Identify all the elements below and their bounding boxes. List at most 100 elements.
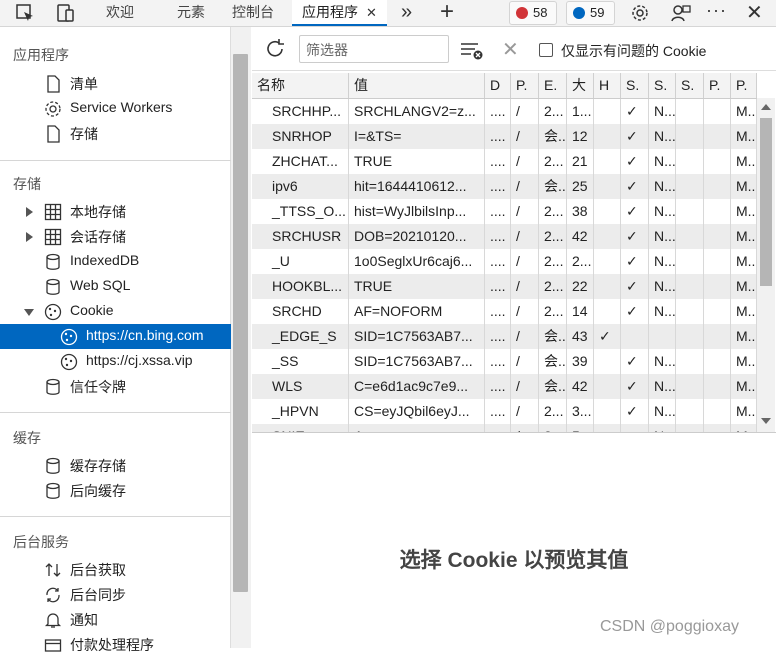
- table-cell: ✓: [621, 174, 649, 199]
- column-header[interactable]: D: [485, 73, 511, 98]
- table-cell: ....: [485, 324, 511, 349]
- sidebar-item-storage[interactable]: 存储: [0, 121, 231, 146]
- table-cell: DOB=20210120...: [349, 224, 485, 249]
- only-issues-label: 仅显示有问题的 Cookie: [561, 43, 707, 59]
- sidebar-item-web-sql[interactable]: Web SQL: [0, 274, 231, 299]
- column-header[interactable]: P.: [731, 73, 757, 98]
- inspect-element-icon[interactable]: [14, 2, 36, 24]
- table-cell: 1o0SeglxUr6caj6...: [349, 249, 485, 274]
- column-header[interactable]: 大: [567, 73, 594, 98]
- refresh-icon[interactable]: [264, 38, 286, 63]
- table-scrollbar[interactable]: [757, 98, 775, 432]
- table-scrollbar-thumb[interactable]: [760, 118, 772, 286]
- table-row[interactable]: ipv6hit=1644410612......./会...25 ✓N... M..…: [252, 174, 757, 199]
- table-cell: /: [511, 324, 539, 349]
- chevron-right-icon[interactable]: [26, 232, 33, 242]
- tab-elements[interactable]: 元素: [177, 0, 205, 26]
- sidebar-item-cookie[interactable]: Cookie: [0, 299, 231, 324]
- table-cell: _U: [252, 249, 349, 274]
- sidebar-scrollbar-thumb[interactable]: [233, 54, 248, 592]
- clear-all-cookies-icon[interactable]: [460, 40, 484, 63]
- table-row[interactable]: _SSSID=1C7563AB7......./会...39 ✓N... M...: [252, 349, 757, 374]
- table-cell: 38: [567, 199, 594, 224]
- add-tab-icon[interactable]: +: [440, 0, 462, 24]
- table-row[interactable]: HOOKBL...TRUE..../2...22 ✓N... M...: [252, 274, 757, 299]
- table-cell: N...: [649, 399, 676, 424]
- close-devtools-icon[interactable]: ✕: [746, 2, 768, 24]
- document-icon: [44, 75, 62, 93]
- tab-application[interactable]: 应用程序 ✕: [292, 0, 387, 26]
- table-cell: [704, 349, 731, 374]
- table-cell: M...: [731, 374, 757, 399]
- table-cell: N...: [649, 249, 676, 274]
- gear-icon[interactable]: [629, 2, 651, 24]
- table-row[interactable]: SRCHUSR DOB=20210120......./2... 42 ✓ N... M.…: [252, 224, 757, 249]
- table-cell: 42: [567, 224, 594, 249]
- column-header[interactable]: S.: [649, 73, 676, 98]
- table-header: 名称值 D P. E. 大 H S. S. S. P. P.: [252, 73, 757, 99]
- table-row[interactable]: SNRHOPI=&TS=..../会...12 ✓N... M...: [252, 124, 757, 149]
- column-header[interactable]: 名称: [252, 73, 349, 98]
- table-row[interactable]: SRCHHP... SRCHLANGV2=z......./2... 1... ✓ N.…: [252, 99, 757, 124]
- sidebar-item-cookie-cj-xssa[interactable]: https://cj.xssa.vip: [0, 349, 231, 374]
- table-cell: 会...: [539, 124, 567, 149]
- tab-console[interactable]: 控制台: [232, 0, 274, 26]
- table-row[interactable]: _U 1o0SeglxUr6caj6......./2... 2... ✓ N... M.…: [252, 249, 757, 274]
- cookie-icon: [44, 303, 62, 321]
- column-header[interactable]: 值: [349, 73, 485, 98]
- only-issues-checkbox[interactable]: [539, 43, 553, 57]
- scroll-down-icon[interactable]: [761, 418, 771, 424]
- table-row[interactable]: _HPVN CS=eyJQbil6eyJ......./2... 3... ✓ N...…: [252, 399, 757, 424]
- grid-icon: [44, 228, 62, 246]
- table-cell: SID=1C7563AB7...: [349, 349, 485, 374]
- column-header[interactable]: S.: [621, 73, 649, 98]
- sidebar-item-notifications[interactable]: 通知: [0, 607, 231, 632]
- column-header[interactable]: E.: [539, 73, 567, 98]
- column-header[interactable]: P.: [511, 73, 539, 98]
- sidebar-item-cookie-cn-bing[interactable]: https://cn.bing.com: [0, 324, 231, 349]
- close-icon[interactable]: ✕: [366, 1, 377, 25]
- table-row[interactable]: _EDGE_SSID=1C7563AB7......./会...43✓ M...: [252, 324, 757, 349]
- table-row[interactable]: _TTSS_O... hist=WyJlbilsInp......./2... 38…: [252, 199, 757, 224]
- table-cell: ....: [485, 399, 511, 424]
- column-header[interactable]: P.: [704, 73, 731, 98]
- sidebar-item-indexeddb[interactable]: IndexedDB: [0, 249, 231, 274]
- message-badge[interactable]: 59: [566, 1, 615, 25]
- filter-input[interactable]: 筛选器: [299, 35, 449, 63]
- table-cell: [676, 324, 704, 349]
- sidebar-item-local-storage[interactable]: 本地存储: [0, 199, 231, 224]
- table-row[interactable]: SRCHDAF=NOFORM..../2...14 ✓N... M...: [252, 299, 757, 324]
- delete-selected-icon[interactable]: ✕: [502, 40, 519, 60]
- more-tabs-icon[interactable]: »: [401, 2, 423, 24]
- tab-welcome[interactable]: 欢迎: [106, 0, 134, 26]
- table-cell: ....: [485, 174, 511, 199]
- sidebar-item-payment-handler[interactable]: 付款处理程序: [0, 632, 231, 657]
- column-header[interactable]: S.: [676, 73, 704, 98]
- table-row[interactable]: WLSC=e6d1ac9c7e9......./会...42 ✓N... M...: [252, 374, 757, 399]
- sidebar-item-cache-storage[interactable]: 缓存存储: [0, 453, 231, 478]
- table-cell: M...: [731, 349, 757, 374]
- table-row[interactable]: ZHCHAT...TRUE..../2...21 ✓N... M...: [252, 149, 757, 174]
- more-options-icon[interactable]: ···: [706, 1, 728, 24]
- chevron-down-icon[interactable]: [24, 309, 34, 316]
- column-header[interactable]: H: [594, 73, 621, 98]
- sidebar-item-background-sync[interactable]: 后台同步: [0, 582, 231, 607]
- sidebar-item-label: 付款处理程序: [70, 637, 154, 653]
- feedback-icon[interactable]: [670, 2, 692, 24]
- sidebar-item-back-forward-cache[interactable]: 后向缓存: [0, 478, 231, 503]
- table-cell: ✓: [621, 149, 649, 174]
- chevron-right-icon[interactable]: [26, 207, 33, 217]
- sidebar-item-trust-tokens[interactable]: 信任令牌: [0, 374, 231, 399]
- table-cell: M...: [731, 274, 757, 299]
- table-cell: 会...: [539, 349, 567, 374]
- scroll-up-icon[interactable]: [761, 104, 771, 110]
- sidebar-item-background-fetch[interactable]: 后台获取: [0, 557, 231, 582]
- table-cell: 2...: [539, 149, 567, 174]
- sidebar-item-service-workers[interactable]: Service Workers: [0, 96, 231, 121]
- sidebar-item-label: https://cj.xssa.vip: [86, 352, 193, 368]
- error-badge[interactable]: 58: [509, 1, 557, 25]
- device-emulation-icon[interactable]: [54, 2, 76, 24]
- table-cell: [704, 274, 731, 299]
- sidebar-item-manifest[interactable]: 清单: [0, 71, 231, 96]
- sidebar-item-session-storage[interactable]: 会话存储: [0, 224, 231, 249]
